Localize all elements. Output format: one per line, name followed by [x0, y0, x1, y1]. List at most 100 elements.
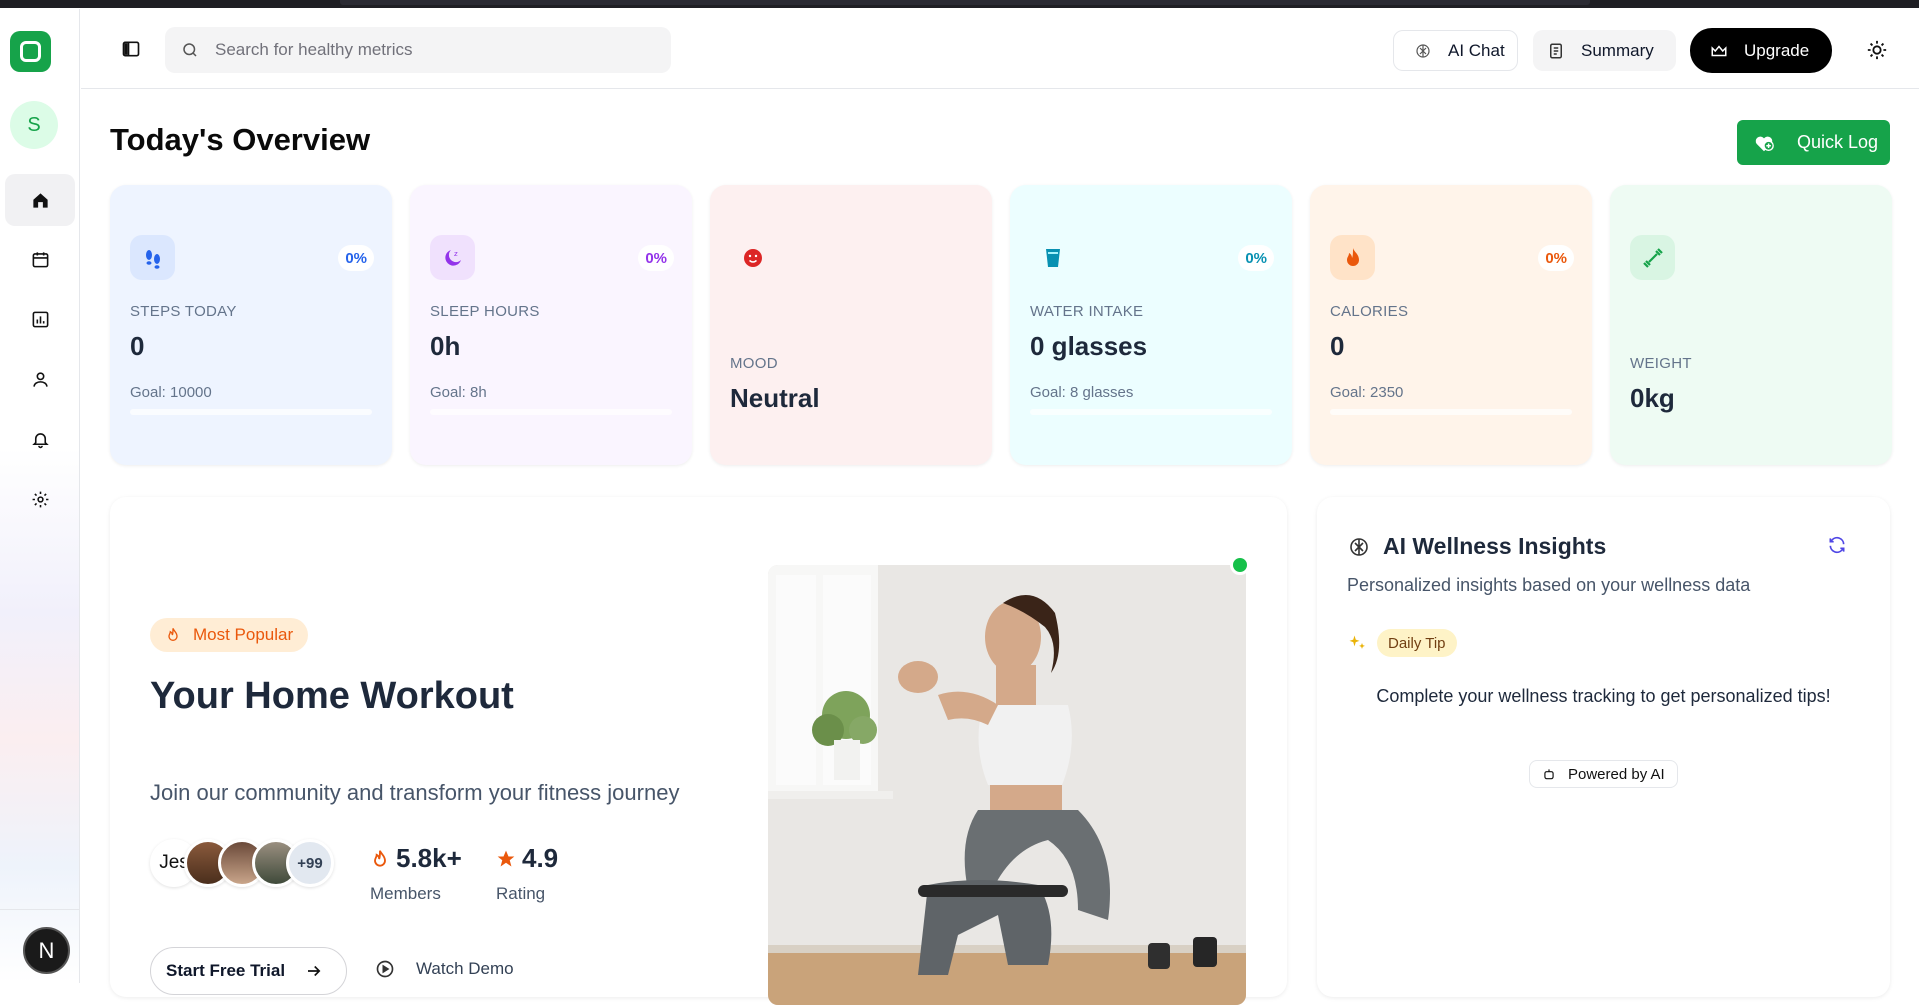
- rating-label: Rating: [496, 884, 546, 903]
- footprints-icon: [130, 235, 175, 280]
- workout-subtitle: Join our community and transform your fi…: [150, 780, 680, 805]
- bar-chart-icon: [32, 311, 48, 327]
- search-input[interactable]: [215, 40, 655, 60]
- online-status-dot: [1230, 555, 1250, 575]
- calories-progress-bar: [1330, 409, 1572, 415]
- moon-icon: z: [430, 235, 475, 280]
- weight-card[interactable]: WEIGHT 0kg: [1610, 185, 1892, 465]
- ai-title-text: AI Wellness Insights: [1383, 533, 1607, 559]
- sidebar-item-settings[interactable]: [5, 473, 75, 525]
- robot-icon: [1544, 769, 1554, 780]
- mood-value: Neutral: [730, 383, 820, 413]
- crown-icon: [1711, 44, 1727, 56]
- openai-icon: [1416, 43, 1430, 58]
- home-workout-card: Most Popular Your Home Workout Join our …: [110, 497, 1287, 1005]
- steps-label: STEPS TODAY: [130, 303, 237, 320]
- refresh-icon[interactable]: [1827, 535, 1847, 555]
- document-icon: [1550, 43, 1562, 58]
- weight-label: WEIGHT: [1630, 355, 1692, 372]
- quick-log-button[interactable]: Quick Log: [1737, 120, 1890, 165]
- members-label: Members: [370, 884, 441, 903]
- badge-label: Most Popular: [193, 625, 294, 644]
- ai-chat-button[interactable]: AI Chat: [1393, 30, 1518, 71]
- member-avatars: Jes +99: [150, 839, 340, 891]
- most-popular-badge: Most Popular: [150, 618, 309, 652]
- ai-insights-card: AI Wellness Insights Personalized insigh…: [1317, 497, 1890, 997]
- members-value: 5.8k+: [396, 843, 462, 873]
- water-value: 0 glasses: [1030, 331, 1148, 361]
- openai-icon: [1350, 537, 1368, 556]
- ai-insights-subtitle: Personalized insights based on your well…: [1347, 575, 1751, 595]
- steps-progress-bar: [130, 409, 372, 415]
- user-icon: [32, 371, 48, 387]
- water-progress-badge: 0%: [1238, 245, 1274, 271]
- sleep-label: SLEEP HOURS: [430, 303, 540, 320]
- calories-progress-badge: 0%: [1538, 245, 1574, 271]
- daily-tip-row: Daily Tip: [1347, 629, 1457, 657]
- water-label: WATER INTAKE: [1030, 303, 1144, 320]
- sparkles-icon: [1349, 635, 1365, 649]
- powered-by-ai-badge: Powered by AI: [1529, 760, 1678, 788]
- calories-card[interactable]: 0% CALORIES 0 Goal: 2350: [1310, 185, 1592, 465]
- weight-value: 0kg: [1630, 383, 1675, 413]
- steps-value: 0: [130, 331, 145, 361]
- sidebar: S N: [0, 9, 80, 983]
- star-icon: [497, 850, 515, 866]
- rating-stat: 4.9 Rating: [496, 843, 558, 904]
- flame-icon: [168, 628, 178, 641]
- sidebar-item-home[interactable]: [5, 174, 75, 226]
- sidebar-item-profile[interactable]: [5, 353, 75, 405]
- sidebar-item-calendar[interactable]: [5, 233, 75, 285]
- mood-card[interactable]: MOOD Neutral: [710, 185, 992, 465]
- summary-button[interactable]: Summary: [1533, 30, 1676, 71]
- steps-progress-badge: 0%: [338, 245, 374, 271]
- flame-icon: [374, 849, 386, 867]
- account-avatar[interactable]: N: [23, 927, 70, 974]
- home-icon: [32, 192, 48, 208]
- calendar-icon: [32, 251, 48, 267]
- sleep-progress-bar: [430, 409, 672, 415]
- ai-tip-text: Complete your wellness tracking to get p…: [1376, 686, 1831, 706]
- upgrade-label: Upgrade: [1744, 40, 1810, 60]
- workout-title: Your Home Workout: [150, 675, 514, 717]
- sleep-goal: Goal: 8h: [430, 384, 487, 401]
- sidebar-item-analytics[interactable]: [5, 293, 75, 345]
- ai-chat-label: AI Chat: [1448, 40, 1505, 60]
- svg-text:z: z: [454, 250, 458, 258]
- sidebar-toggle-icon[interactable]: [121, 39, 141, 59]
- arrow-right-icon: [308, 965, 321, 977]
- mood-label: MOOD: [730, 355, 778, 372]
- heart-plus-icon: [1755, 136, 1774, 151]
- page-title: Today's Overview: [110, 122, 371, 157]
- quick-log-label: Quick Log: [1797, 132, 1879, 152]
- search-bar[interactable]: [165, 27, 671, 73]
- upgrade-button[interactable]: Upgrade: [1690, 28, 1832, 73]
- sleep-value: 0h: [430, 331, 461, 361]
- sleep-card[interactable]: z 0% SLEEP HOURS 0h Goal: 8h: [410, 185, 692, 465]
- play-circle-icon: [376, 960, 394, 978]
- water-card[interactable]: 0% WATER INTAKE 0 glasses Goal: 8 glasse…: [1010, 185, 1292, 465]
- calories-label: CALORIES: [1330, 303, 1409, 320]
- sidebar-item-notifications[interactable]: [5, 413, 75, 465]
- calories-value: 0: [1330, 331, 1345, 361]
- workout-photo: [768, 565, 1246, 1005]
- gear-icon: [32, 491, 48, 507]
- powered-label: Powered by AI: [1568, 765, 1665, 783]
- summary-label: Summary: [1581, 40, 1654, 60]
- trial-label: Start Free Trial: [166, 961, 286, 980]
- user-avatar[interactable]: S: [10, 101, 58, 149]
- steps-goal: Goal: 10000: [130, 384, 212, 401]
- steps-card[interactable]: 0% STEPS TODAY 0 Goal: 10000: [110, 185, 392, 465]
- app-logo[interactable]: [10, 31, 51, 72]
- rating-value: 4.9: [522, 843, 559, 873]
- sidebar-footer: N: [0, 909, 80, 983]
- ai-insights-title: AI Wellness Insights: [1347, 533, 1606, 560]
- browser-top-strip: [0, 0, 1919, 9]
- watch-demo-button[interactable]: Watch Demo: [375, 959, 514, 979]
- theme-toggle-icon[interactable]: [1866, 39, 1888, 61]
- flame-icon: [1330, 235, 1375, 280]
- dumbbell-icon: [1630, 235, 1675, 280]
- sleep-progress-badge: 0%: [638, 245, 674, 271]
- start-free-trial-button[interactable]: Start Free Trial: [150, 947, 347, 995]
- calories-goal: Goal: 2350: [1330, 384, 1404, 401]
